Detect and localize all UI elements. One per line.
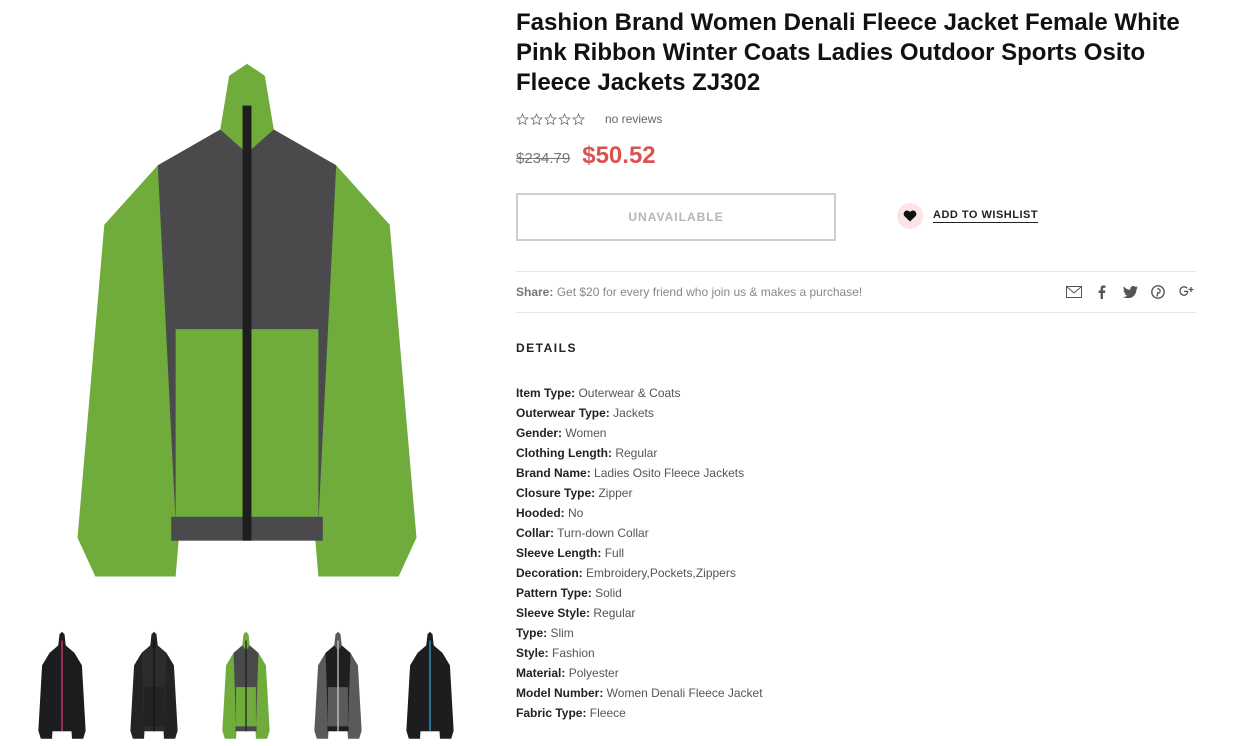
rating: no reviews <box>516 110 662 128</box>
share-bar: Share: Get $20 for every friend who join… <box>516 271 1196 313</box>
spec-value: Regular <box>590 606 636 620</box>
spec-key: Item Type: <box>516 386 576 400</box>
thumbnail-green[interactable] <box>206 628 286 740</box>
spec-row: Hooded: No <box>516 503 763 523</box>
spec-row: Fabric Type: Fleece <box>516 703 763 723</box>
spec-row: Style: Fashion <box>516 643 763 663</box>
facebook-icon[interactable] <box>1094 284 1110 300</box>
spec-key: Type: <box>516 626 548 640</box>
spec-list: Item Type: Outerwear & Coats Outerwear Ty… <box>516 383 763 723</box>
spec-row: Sleeve Length: Full <box>516 543 763 563</box>
spec-row: Clothing Length: Regular <box>516 443 763 463</box>
spec-row: Closure Type: Zipper <box>516 483 763 503</box>
main-product-image <box>77 63 417 577</box>
wishlist-label: ADD TO WISHLIST <box>933 209 1039 223</box>
sale-price: $50.52 <box>582 142 656 169</box>
star-icon[interactable] <box>572 112 585 126</box>
thumbnail-black[interactable] <box>114 628 194 740</box>
heart-icon <box>897 203 923 229</box>
spec-key: Model Number: <box>516 686 604 700</box>
spec-key: Material: <box>516 666 566 680</box>
spec-key: Outerwear Type: <box>516 406 610 420</box>
spec-key: Pattern Type: <box>516 586 592 600</box>
share-label: Share: <box>516 285 554 299</box>
spec-row: Type: Slim <box>516 623 763 643</box>
thumbnail-black-pink[interactable] <box>22 628 102 740</box>
thumbnail-grey-black[interactable] <box>298 628 378 740</box>
product-title: Fashion Brand Women Denali Fleece Jacket… <box>516 9 1180 96</box>
star-icon[interactable] <box>558 112 571 126</box>
thumbnail-black-blue[interactable] <box>390 628 470 740</box>
spec-row: Model Number: Women Denali Fleece Jacket <box>516 683 763 703</box>
spec-value: Fleece <box>586 706 626 720</box>
share-text: Share: Get $20 for every friend who join… <box>516 285 862 299</box>
spec-value: Turn-down Collar <box>554 526 649 540</box>
share-icons <box>1066 284 1196 300</box>
spec-key: Collar: <box>516 526 555 540</box>
spec-row: Pattern Type: Solid <box>516 583 763 603</box>
spec-key: Closure Type: <box>516 486 596 500</box>
spec-row: Sleeve Style: Regular <box>516 603 763 623</box>
mail-icon[interactable] <box>1066 284 1082 300</box>
spec-value: Polyester <box>565 666 619 680</box>
spec-row: Gender: Women <box>516 423 763 443</box>
unavailable-button[interactable]: UNAVAILABLE <box>516 193 836 241</box>
spec-value: Regular <box>611 446 658 460</box>
spec-value: Outerwear & Coats <box>575 386 681 400</box>
details-heading: DETAILS <box>516 341 577 355</box>
star-icon[interactable] <box>544 112 557 126</box>
spec-row: Outerwear Type: Jackets <box>516 403 763 423</box>
spec-value: No <box>564 506 584 520</box>
spec-row: Decoration: Embroidery,Pockets,Zippers <box>516 563 763 583</box>
spec-row: Brand Name: Ladies Osito Fleece Jackets <box>516 463 763 483</box>
spec-value: Solid <box>591 586 622 600</box>
spec-key: Sleeve Length: <box>516 546 602 560</box>
spec-value: Zipper <box>595 486 633 500</box>
spec-value: Women Denali Fleece Jacket <box>603 686 763 700</box>
price-block: $234.79 $50.52 <box>516 142 656 170</box>
pinterest-icon[interactable] <box>1150 284 1166 300</box>
spec-key: Brand Name: <box>516 466 591 480</box>
old-price: $234.79 <box>516 150 571 167</box>
spec-row: Material: Polyester <box>516 663 763 683</box>
thumbnail-strip <box>22 628 472 746</box>
spec-key: Gender: <box>516 426 563 440</box>
spec-key: Decoration: <box>516 566 583 580</box>
share-message: Get $20 for every friend who join us & m… <box>556 285 863 299</box>
spec-value: Jackets <box>609 406 654 420</box>
spec-value: Slim <box>547 626 574 640</box>
spec-value: Women <box>562 426 607 440</box>
spec-row: Collar: Turn-down Collar <box>516 523 763 543</box>
star-rating <box>516 112 585 126</box>
google-plus-icon[interactable] <box>1178 284 1194 300</box>
reviews-count[interactable]: no reviews <box>605 112 662 126</box>
twitter-icon[interactable] <box>1122 284 1138 300</box>
spec-key: Clothing Length: <box>516 446 612 460</box>
spec-key: Sleeve Style: <box>516 606 591 620</box>
star-icon[interactable] <box>530 112 543 126</box>
spec-key: Hooded: <box>516 506 565 520</box>
spec-value: Full <box>601 546 625 560</box>
star-icon[interactable] <box>516 112 529 126</box>
spec-value: Fashion <box>548 646 595 660</box>
add-to-wishlist-button[interactable]: ADD TO WISHLIST <box>897 203 1039 229</box>
spec-value: Ladies Osito Fleece Jackets <box>590 466 745 480</box>
spec-key: Style: <box>516 646 549 660</box>
spec-value: Embroidery,Pockets,Zippers <box>582 566 736 580</box>
spec-key: Fabric Type: <box>516 706 587 720</box>
spec-row: Item Type: Outerwear & Coats <box>516 383 763 403</box>
